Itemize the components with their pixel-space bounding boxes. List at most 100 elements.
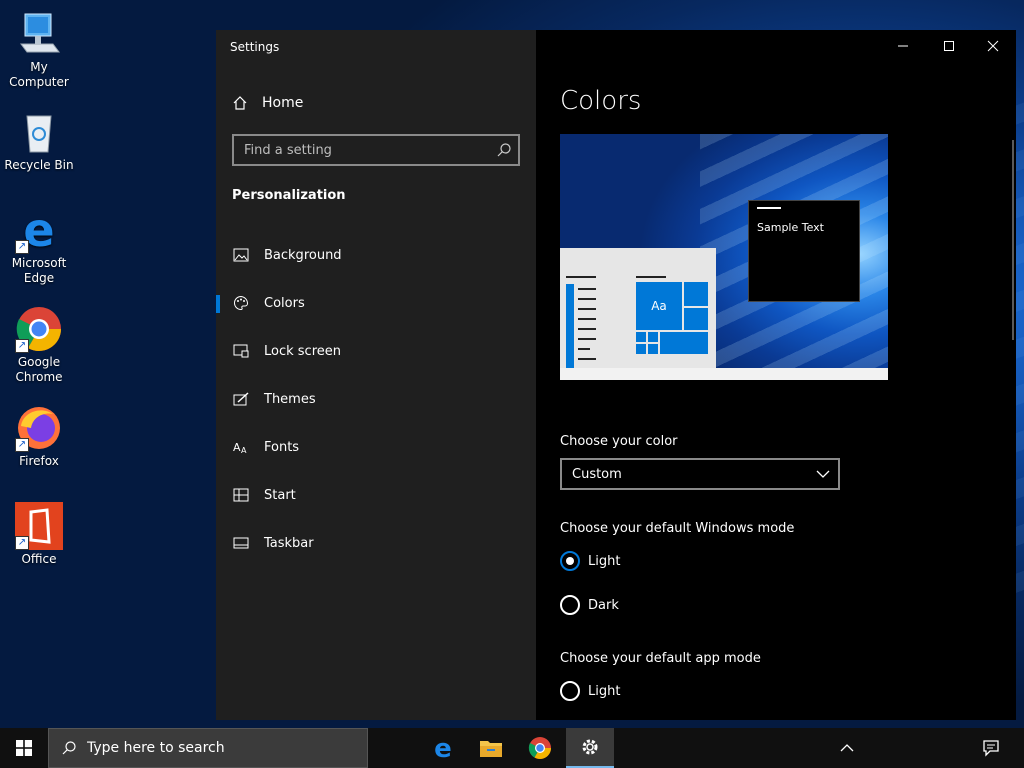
app-mode-light-radio[interactable]: Light (560, 680, 620, 702)
nav-item-label: Colors (264, 295, 305, 311)
maximize-icon (944, 41, 954, 51)
home-label: Home (262, 95, 304, 111)
desktop-icon-label: Microsoft Edge (11, 256, 67, 285)
preview-taskbar (560, 368, 888, 380)
edge-icon: e ↗ (15, 203, 63, 257)
chrome-icon: ↗ (15, 305, 63, 353)
settings-search-input[interactable] (234, 141, 496, 159)
chrome-icon (528, 737, 551, 759)
svg-text:A: A (241, 446, 247, 454)
color-dropdown-value: Custom (572, 466, 622, 482)
colors-content-pane: Colors Aa Sample Text Choose your color … (536, 30, 1016, 720)
radio-circle[interactable] (560, 595, 580, 615)
shortcut-arrow-icon: ↗ (15, 240, 29, 254)
desktop-icon-recycle-bin[interactable]: Recycle Bin (0, 108, 78, 173)
nav-item-taskbar[interactable]: Taskbar (216, 523, 536, 563)
show-hidden-icons-button[interactable] (823, 728, 871, 768)
shortcut-arrow-icon: ↗ (15, 438, 29, 452)
radio-circle[interactable] (560, 551, 580, 571)
nav-item-background[interactable]: Background (216, 235, 536, 275)
minimize-icon (898, 45, 908, 47)
fonts-icon: AA (232, 438, 250, 456)
file-explorer-icon (480, 741, 502, 757)
desktop-icon-label: My Computer (9, 60, 69, 89)
settings-search-box[interactable] (232, 134, 520, 166)
svg-text:e: e (434, 735, 452, 761)
taskbar-search-box[interactable] (48, 728, 368, 768)
lock-screen-icon (232, 342, 250, 360)
taskbar-chrome[interactable] (516, 728, 564, 768)
nav-item-themes[interactable]: Themes (216, 379, 536, 419)
nav-item-label: Fonts (264, 439, 300, 455)
color-dropdown[interactable]: Custom (560, 458, 840, 490)
themes-icon (232, 390, 250, 408)
desktop-icon-edge[interactable]: e ↗ Microsoft Edge (0, 203, 78, 286)
content-scrollbar[interactable] (1012, 140, 1014, 340)
taskbar-icon (232, 534, 250, 552)
search-icon[interactable] (496, 142, 512, 158)
start-button[interactable] (0, 728, 48, 768)
nav-item-label: Background (264, 247, 342, 263)
computer-icon (15, 10, 63, 58)
windows-mode-light-radio[interactable]: Light (560, 550, 620, 572)
chevron-down-icon (816, 470, 830, 478)
nav-item-label: Taskbar (264, 535, 314, 551)
radio-label: Dark (588, 597, 619, 613)
shortcut-arrow-icon: ↗ (15, 339, 29, 353)
radio-label: Light (588, 683, 621, 699)
start-icon (232, 486, 250, 504)
close-icon (987, 40, 999, 52)
close-button[interactable] (970, 30, 1016, 62)
desktop-icon-office[interactable]: ↗ Office (0, 502, 78, 567)
picture-icon (232, 246, 250, 264)
nav-item-label: Lock screen (264, 343, 341, 359)
preview-dark-window: Sample Text (748, 200, 860, 302)
palette-icon (232, 294, 250, 312)
taskbar-search-input[interactable] (77, 739, 367, 757)
maximize-button[interactable] (926, 30, 972, 62)
windows-mode-dark-radio[interactable]: Dark (560, 594, 619, 616)
settings-nav-pane: Settings Home Personalization Background… (216, 30, 536, 720)
radio-circle[interactable] (560, 681, 580, 701)
desktop-icon-chrome[interactable]: ↗ Google Chrome (0, 305, 78, 385)
action-center-button[interactable] (968, 728, 1016, 768)
app-mode-label: Choose your default app mode (560, 651, 761, 666)
edge-icon: e (434, 735, 452, 761)
settings-gear-icon (582, 739, 598, 755)
preview-sample-text: Sample Text (757, 221, 824, 234)
taskbar-file-explorer[interactable] (467, 728, 515, 768)
nav-item-colors[interactable]: Colors (216, 283, 536, 323)
office-icon: ↗ (15, 502, 63, 550)
home-icon (233, 96, 247, 110)
desktop-icon-firefox[interactable]: ↗ Firefox (0, 404, 78, 469)
search-icon (62, 741, 76, 755)
desktop-icon-my-computer[interactable]: My Computer (0, 10, 78, 90)
nav-item-fonts[interactable]: AA Fonts (216, 427, 536, 467)
windows-logo-icon (16, 740, 32, 756)
recycle-bin-icon (15, 108, 63, 156)
shortcut-arrow-icon: ↗ (15, 536, 29, 550)
settings-window: Settings Home Personalization Background… (216, 30, 1016, 720)
home-link[interactable]: Home (232, 90, 303, 116)
choose-color-label: Choose your color (560, 434, 678, 449)
preview-start-menu: Aa (560, 248, 716, 380)
chevron-up-icon (840, 744, 854, 752)
windows-mode-label: Choose your default Windows mode (560, 521, 795, 536)
nav-item-start[interactable]: Start (216, 475, 536, 515)
nav-item-label: Themes (264, 391, 316, 407)
active-indicator (216, 295, 220, 313)
taskbar-settings[interactable] (566, 728, 614, 768)
window-title: Settings (230, 40, 280, 54)
page-title: Colors (560, 86, 642, 116)
nav-item-label: Start (264, 487, 296, 503)
section-heading: Personalization (232, 188, 346, 203)
desktop-icon-label: Office (21, 552, 57, 566)
taskbar-edge[interactable]: e (419, 728, 467, 768)
nav-item-lock-screen[interactable]: Lock screen (216, 331, 536, 371)
taskbar: e (0, 728, 1024, 768)
desktop-icon-label: Firefox (19, 454, 59, 468)
preview-tile-text: Aa (651, 299, 667, 313)
minimize-button[interactable] (880, 30, 926, 62)
firefox-icon: ↗ (15, 404, 63, 452)
radio-label: Light (588, 553, 621, 569)
